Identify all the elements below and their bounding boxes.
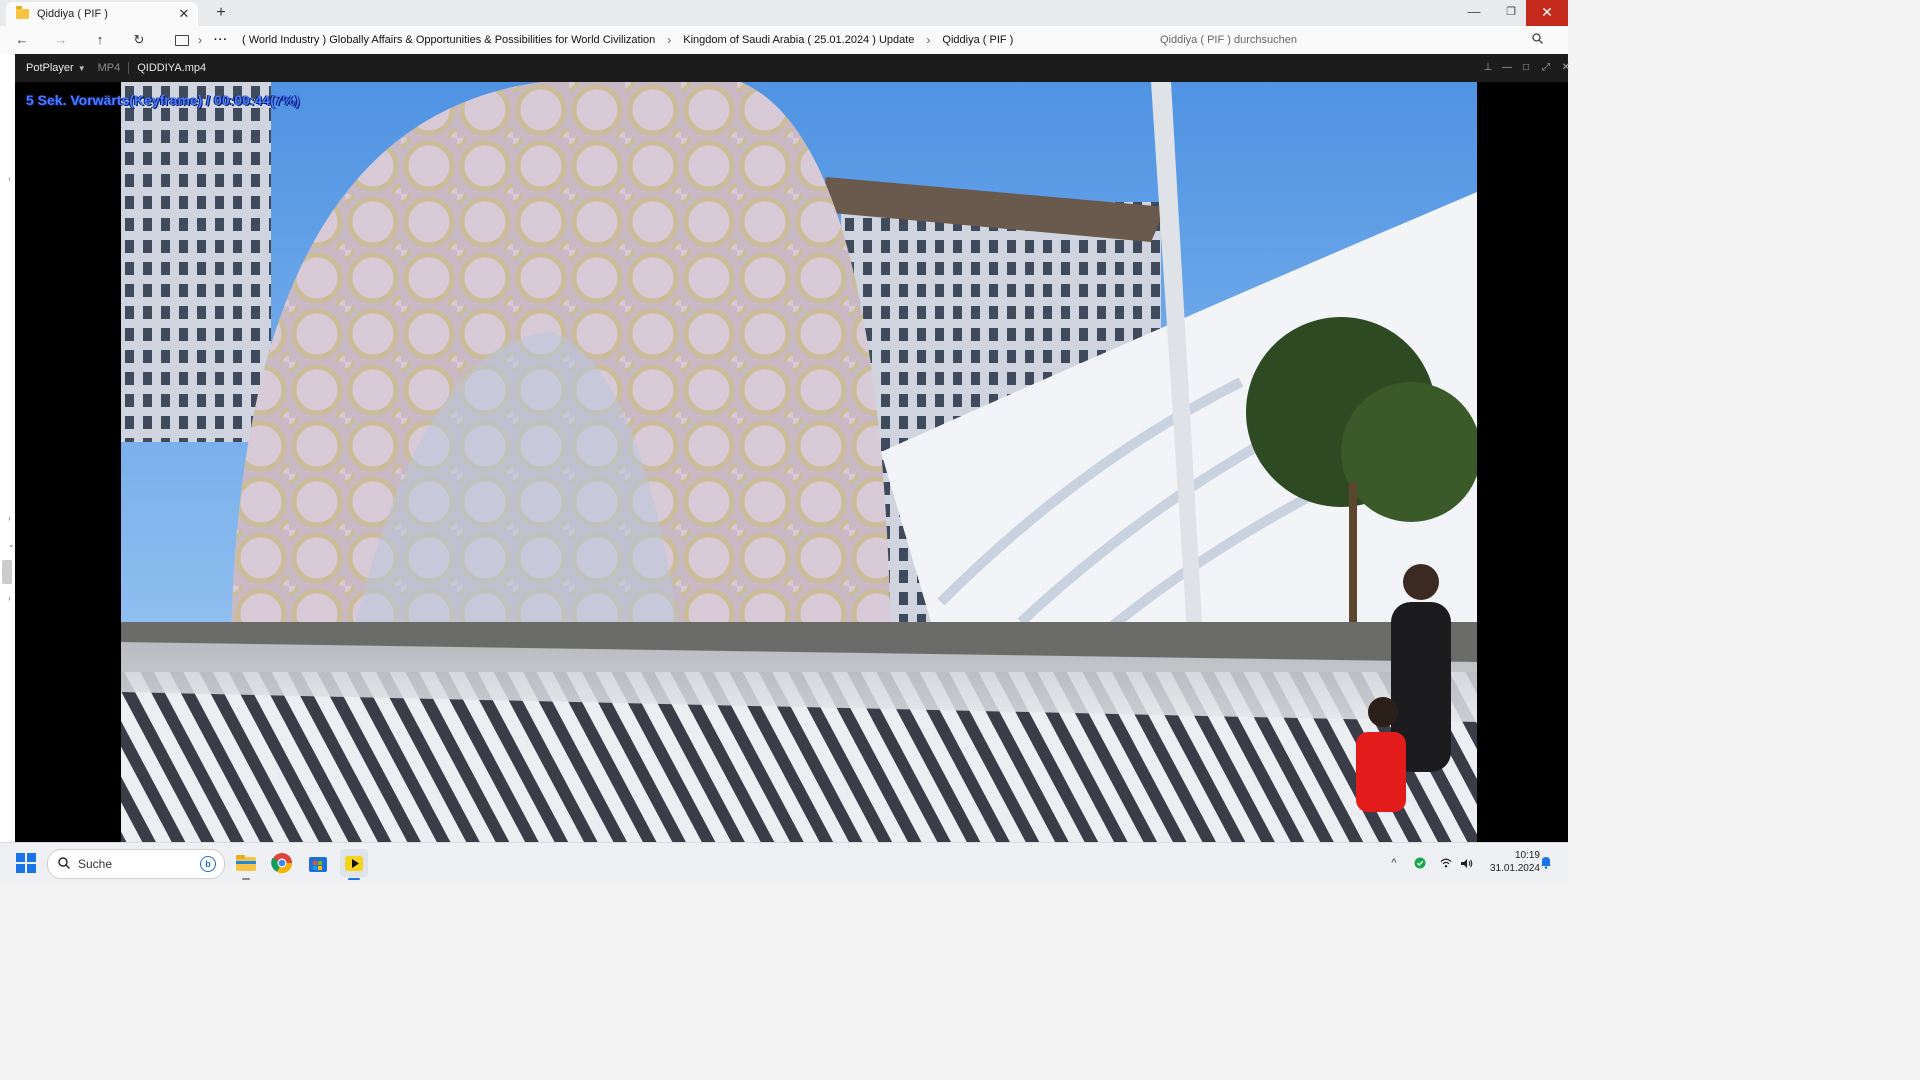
- file-format-label: MP4: [97, 62, 121, 74]
- tab-title: Qiddiya ( PIF ): [37, 8, 108, 20]
- breadcrumb-item[interactable]: Kingdom of Saudi Arabia ( 25.01.2024 ) U…: [683, 34, 914, 46]
- windows-taskbar: Suche b ^ 10:19 31.01.2024: [0, 842, 1568, 883]
- clock-time: 10:19: [1514, 850, 1540, 861]
- explorer-search-input[interactable]: Qiddiya ( PIF ) durchsuchen: [1150, 28, 1560, 52]
- search-icon[interactable]: [1532, 33, 1546, 47]
- potplayer-menu-button[interactable]: PotPlayer: [26, 62, 74, 74]
- taskbar-search-input[interactable]: Suche b: [47, 849, 225, 879]
- file-explorer-running-indicator: [242, 878, 250, 880]
- title-divider: [128, 62, 130, 74]
- breadcrumb[interactable]: › ··· ( World Industry ) Globally Affair…: [167, 28, 1144, 52]
- pane-chevron-icon[interactable]: ›: [8, 514, 11, 523]
- folder-icon: [16, 6, 29, 19]
- search-placeholder: Qiddiya ( PIF ) durchsuchen: [1160, 34, 1297, 46]
- potplayer-icon[interactable]: [340, 849, 368, 877]
- search-icon: [58, 856, 70, 872]
- chevron-down-icon[interactable]: ▼: [78, 64, 86, 73]
- back-button[interactable]: ←: [12, 30, 32, 50]
- chrome-icon[interactable]: [268, 849, 296, 877]
- explorer-tab-strip: Qiddiya ( PIF ) ✕ + — ❐ ✕: [0, 0, 1568, 26]
- bing-icon[interactable]: b: [200, 856, 216, 872]
- player-title-bar: PotPlayer ▼ MP4 QIDDIYA.mp4: [15, 54, 1568, 82]
- breadcrumb-item[interactable]: Qiddiya ( PIF ): [942, 34, 1013, 46]
- breadcrumb-item[interactable]: ( World Industry ) Globally Affairs & Op…: [242, 34, 655, 46]
- potplayer-window: PotPlayer ▼ MP4 QIDDIYA.mp4 ⊥ — □ ⤢ ✕ 5 …: [15, 54, 1570, 842]
- pane-scrollbar[interactable]: [2, 560, 12, 584]
- breadcrumb-overflow-button[interactable]: ···: [214, 34, 228, 46]
- explorer-navigation-pane: › › ⌄ ›: [0, 54, 16, 842]
- window-close-button[interactable]: ✕: [1526, 0, 1568, 26]
- breadcrumb-separator[interactable]: ›: [667, 33, 671, 47]
- security-shield-icon[interactable]: [1412, 843, 1428, 883]
- pane-chevron-icon[interactable]: ⌄: [8, 540, 15, 549]
- windows-start-icon[interactable]: [16, 853, 36, 873]
- tray-overflow-chevron[interactable]: ^: [1386, 843, 1402, 883]
- volume-icon[interactable]: [1458, 843, 1474, 883]
- pane-chevron-icon[interactable]: ›: [8, 594, 11, 603]
- file-name-label: QIDDIYA.mp4: [137, 62, 207, 74]
- explorer-address-bar: ← → ↑ ↻ › ··· ( World Industry ) Globall…: [0, 26, 1568, 54]
- video-frame[interactable]: [121, 82, 1477, 842]
- forward-button[interactable]: →: [51, 30, 71, 50]
- pane-chevron-icon[interactable]: ›: [8, 174, 11, 183]
- pin-icon[interactable]: ⊥: [1478, 54, 1498, 82]
- player-minimize-button[interactable]: —: [1497, 54, 1517, 82]
- breadcrumb-separator[interactable]: ›: [926, 33, 930, 47]
- explorer-tab[interactable]: Qiddiya ( PIF ) ✕: [6, 2, 198, 26]
- wifi-icon[interactable]: [1438, 843, 1454, 883]
- refresh-button[interactable]: ↻: [129, 30, 149, 50]
- file-explorer-icon[interactable]: [232, 849, 260, 877]
- player-close-button[interactable]: ✕: [1556, 54, 1576, 82]
- player-fullscreen-button[interactable]: ⤢: [1536, 54, 1556, 82]
- player-maximize-button[interactable]: □: [1516, 54, 1536, 82]
- new-tab-button[interactable]: +: [212, 4, 230, 22]
- search-placeholder: Suche: [78, 857, 113, 871]
- breadcrumb-separator[interactable]: ›: [198, 33, 202, 47]
- microsoft-store-icon[interactable]: [304, 849, 332, 877]
- notification-bell-icon[interactable]: [1540, 855, 1552, 869]
- osd-seek-message: 5 Sek. Vorwärts(Keyframe) / 00:00:44(7%): [26, 92, 300, 108]
- up-button[interactable]: ↑: [90, 30, 110, 50]
- tab-close-icon[interactable]: ✕: [176, 6, 192, 22]
- clock-date: 31.01.2024: [1489, 863, 1540, 874]
- taskbar-clock[interactable]: 10:19 31.01.2024: [1478, 849, 1540, 875]
- this-pc-icon[interactable]: [175, 34, 189, 46]
- potplayer-running-indicator: [348, 878, 360, 880]
